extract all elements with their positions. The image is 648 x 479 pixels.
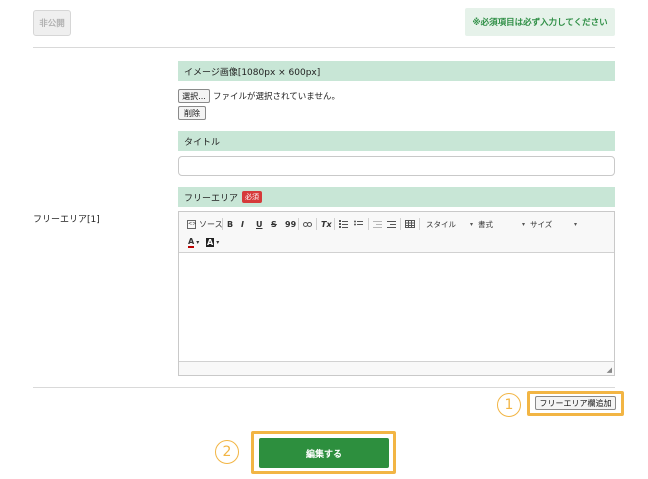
bold-button[interactable]: B <box>227 217 233 231</box>
chevron-down-icon: ▾ <box>196 238 200 246</box>
style-combo[interactable]: スタイル ▾ <box>426 217 473 231</box>
image-section-heading: イメージ画像[1080px × 600px] <box>178 61 615 81</box>
editor-statusbar: ◢ <box>179 361 614 375</box>
required-badge: 必須 <box>242 191 263 203</box>
file-status-text: ファイルが選択されていません。 <box>213 92 340 102</box>
text-color-icon: A <box>188 236 195 248</box>
blockquote-button[interactable]: 99 <box>285 217 296 231</box>
format-combo-label: 書式 <box>478 219 493 229</box>
source-icon: <> <box>187 219 197 229</box>
file-choose-button[interactable]: 選択... <box>178 89 210 103</box>
row-label-free-area: フリーエリア[1] <box>33 215 100 225</box>
toolbar-separator <box>222 218 223 230</box>
outdent-icon[interactable] <box>373 217 382 231</box>
toolbar-separator <box>316 218 317 230</box>
numbered-list-icon[interactable] <box>339 217 348 231</box>
add-free-area-button[interactable]: フリーエリア欄追加 <box>535 396 616 410</box>
style-combo-label: スタイル <box>426 219 456 229</box>
toolbar-separator <box>334 218 335 230</box>
editor-toolbar: <> ソース B I U S 99 Tx スタイル ▾ 書式 ▾ サイズ ▾ A… <box>179 212 614 253</box>
resize-handle-icon[interactable]: ◢ <box>607 366 612 374</box>
delete-image-button[interactable]: 削除 <box>178 106 206 120</box>
submit-edit-button[interactable]: 編集する <box>259 438 389 468</box>
bg-color-icon: A <box>206 237 215 247</box>
divider-bottom <box>33 387 615 388</box>
title-input[interactable] <box>178 156 615 176</box>
size-combo[interactable]: サイズ ▾ <box>530 217 577 231</box>
divider-top <box>33 47 615 48</box>
title-section-heading-text: タイトル <box>184 137 221 148</box>
chevron-down-icon: ▾ <box>521 220 525 228</box>
bg-color-button[interactable]: A ▾ <box>206 235 219 249</box>
editor-content-area[interactable] <box>179 253 614 361</box>
toolbar-separator <box>298 218 299 230</box>
callout-two: 2 <box>215 440 239 464</box>
title-section-heading: タイトル <box>178 131 615 151</box>
image-section-heading-text: イメージ画像[1080px × 600px] <box>184 67 321 78</box>
italic-button[interactable]: I <box>241 217 244 231</box>
chevron-down-icon: ▾ <box>216 238 220 246</box>
format-combo[interactable]: 書式 ▾ <box>478 217 525 231</box>
free-area-section-heading: フリーエリア 必須 <box>178 187 615 207</box>
chevron-down-icon: ▾ <box>573 220 577 228</box>
size-combo-label: サイズ <box>530 219 553 229</box>
clear-format-button[interactable]: Tx <box>321 217 332 231</box>
private-button[interactable]: 非公開 <box>33 10 71 36</box>
chevron-down-icon: ▾ <box>469 220 473 228</box>
toolbar-separator <box>419 218 420 230</box>
rich-text-editor: <> ソース B I U S 99 Tx スタイル ▾ 書式 ▾ サイズ ▾ A… <box>178 211 615 376</box>
source-button[interactable]: <> ソース <box>187 217 223 231</box>
toolbar-separator <box>400 218 401 230</box>
text-color-button[interactable]: A ▾ <box>188 235 199 249</box>
source-label: ソース <box>199 219 223 229</box>
strikethrough-button[interactable]: S <box>271 217 277 231</box>
table-icon[interactable] <box>405 217 415 231</box>
bulleted-list-icon[interactable] <box>354 217 363 231</box>
underline-button[interactable]: U <box>256 217 263 231</box>
required-notice: ※必須項目は必ず入力してください <box>465 8 615 36</box>
free-area-section-heading-text: フリーエリア <box>184 193 239 204</box>
link-icon[interactable] <box>303 217 312 231</box>
toolbar-separator <box>368 218 369 230</box>
callout-one: 1 <box>497 393 521 417</box>
indent-icon[interactable] <box>387 217 396 231</box>
